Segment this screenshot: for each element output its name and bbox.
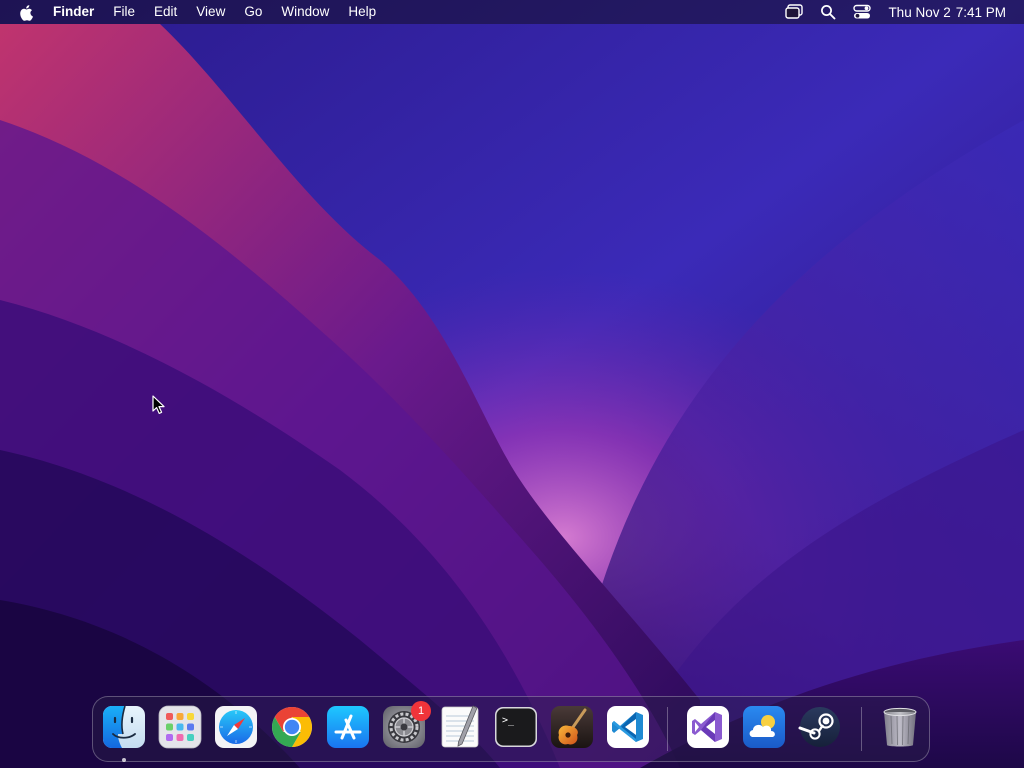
menu-app-finder[interactable]: Finder xyxy=(53,0,94,24)
dock-terminal[interactable]: >_ xyxy=(493,704,539,750)
terminal-prompt: >_ xyxy=(502,715,515,726)
dock-system-settings[interactable]: 1 xyxy=(381,701,431,750)
chrome-icon xyxy=(272,707,312,747)
dock-chrome[interactable] xyxy=(269,704,315,750)
dock-textedit[interactable] xyxy=(437,704,483,750)
dock-trash[interactable] xyxy=(877,704,923,750)
dock: 1 >_ xyxy=(92,696,930,762)
app-store-icon xyxy=(327,706,369,748)
screen-mirroring-icon[interactable] xyxy=(784,2,804,22)
safari-icon xyxy=(215,706,257,748)
menu-bar-right: Thu Nov 2 7:41 PM xyxy=(770,0,1024,24)
menu-bar: Finder File Edit View Go Window Help Thu… xyxy=(0,0,1024,24)
menu-go[interactable]: Go xyxy=(244,0,262,24)
dock-separator-trash xyxy=(861,707,862,751)
garageband-icon xyxy=(551,706,593,748)
dock-steam[interactable] xyxy=(797,704,843,750)
dock-safari[interactable] xyxy=(213,704,259,750)
dock-weather[interactable] xyxy=(741,704,787,750)
dock-separator xyxy=(667,707,668,751)
textedit-icon xyxy=(441,705,479,748)
vscode-icon xyxy=(607,706,649,748)
notification-badge: 1 xyxy=(411,701,431,721)
finder-running-indicator xyxy=(122,758,126,762)
desktop-wallpaper xyxy=(0,0,1024,768)
dock-app-store[interactable] xyxy=(325,704,371,750)
desktop[interactable]: Finder File Edit View Go Window Help Thu… xyxy=(0,0,1024,768)
menu-window[interactable]: Window xyxy=(281,0,329,24)
dock-garageband[interactable] xyxy=(549,704,595,750)
weather-icon xyxy=(743,706,785,748)
dock-finder[interactable] xyxy=(101,704,147,762)
steam-icon xyxy=(798,707,840,747)
menu-file[interactable]: File xyxy=(113,0,135,24)
clock-date: Thu Nov 2 xyxy=(888,4,951,20)
clock-time: 7:41 PM xyxy=(955,4,1006,20)
menu-help[interactable]: Help xyxy=(348,0,376,24)
dock-vscode[interactable] xyxy=(605,704,651,750)
menu-bar-clock[interactable]: Thu Nov 2 7:41 PM xyxy=(888,5,1006,20)
dock-launchpad[interactable] xyxy=(157,704,203,750)
control-center-icon[interactable] xyxy=(852,2,872,22)
menu-bar-left: Finder File Edit View Go Window Help xyxy=(0,0,395,24)
visual-studio-icon xyxy=(687,706,729,748)
dock-visual-studio[interactable] xyxy=(685,704,731,750)
spotlight-search-icon[interactable] xyxy=(818,2,838,22)
launchpad-icon xyxy=(158,705,202,749)
mouse-pointer-icon xyxy=(152,395,165,414)
trash-icon xyxy=(883,707,917,747)
menu-edit[interactable]: Edit xyxy=(154,0,177,24)
menu-view[interactable]: View xyxy=(196,0,225,24)
terminal-icon: >_ xyxy=(495,707,537,747)
apple-menu-icon[interactable] xyxy=(17,3,33,21)
finder-icon xyxy=(103,705,145,748)
